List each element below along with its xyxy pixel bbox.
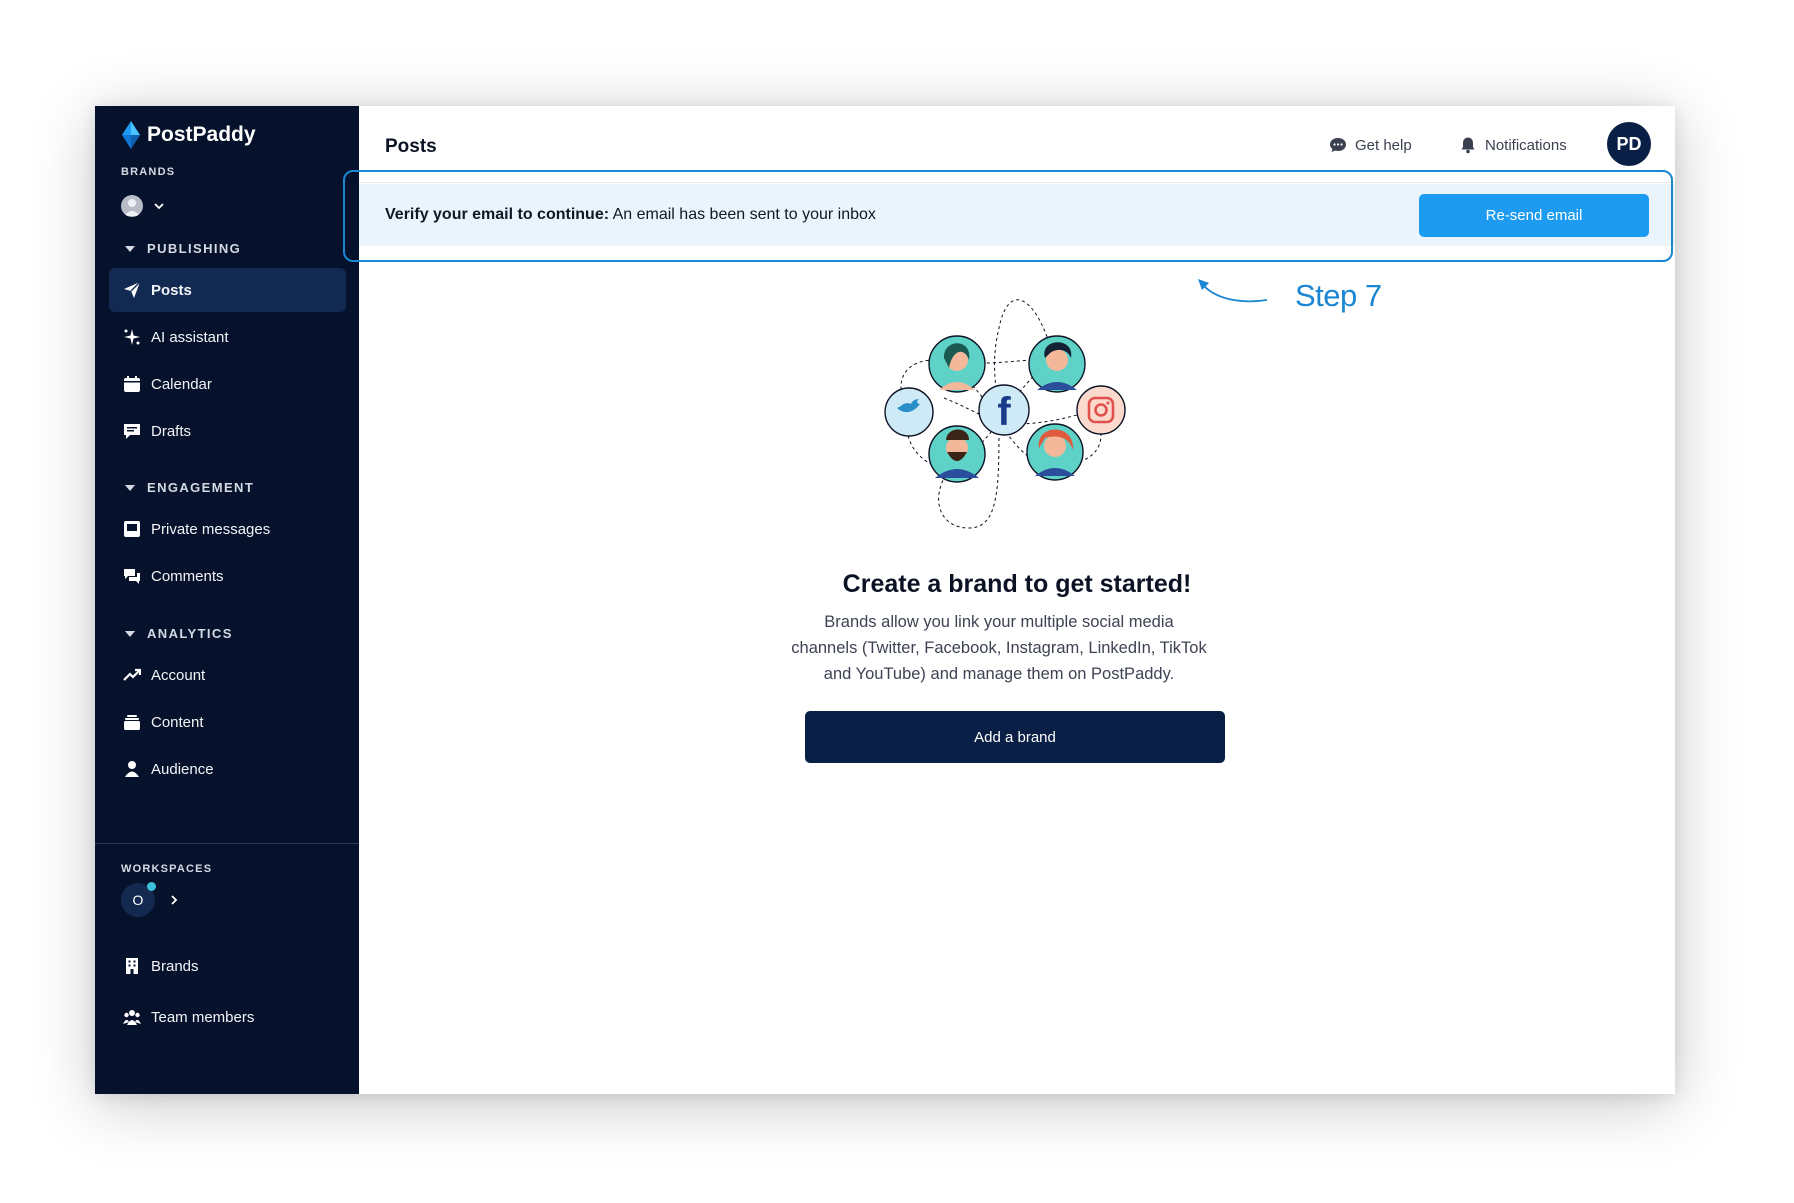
- social-network-illustration: f: [884, 299, 1126, 529]
- notifications-button[interactable]: Notifications: [1459, 136, 1567, 154]
- group-engagement-label: ENGAGEMENT: [147, 480, 255, 495]
- twitter-icon: [884, 387, 934, 437]
- app-logo[interactable]: PostPaddy: [121, 120, 256, 150]
- sidebar-item-label: AI assistant: [151, 328, 229, 346]
- main-content: Posts Get help Notifications PD Verify y…: [343, 106, 1675, 1094]
- sidebar-item-label: Posts: [151, 281, 192, 299]
- sidebar-item-calendar[interactable]: Calendar: [109, 362, 346, 406]
- drafts-icon: [124, 424, 140, 439]
- inbox-icon: [124, 521, 140, 537]
- annotation-highlight-box: [343, 170, 1673, 262]
- app-name: PostPaddy: [147, 123, 256, 146]
- caret-down-icon: [125, 245, 135, 252]
- sidebar-item-comments[interactable]: Comments: [109, 554, 346, 598]
- sidebar-item-posts[interactable]: Posts: [109, 268, 346, 312]
- chevron-right-icon: [171, 895, 178, 905]
- sparkle-icon: [124, 329, 140, 345]
- workspace-picker[interactable]: O: [121, 882, 179, 917]
- person-avatar-2: [1028, 335, 1086, 393]
- workspace-avatar: O: [121, 882, 156, 917]
- caret-down-icon: [125, 484, 135, 491]
- notifications-label: Notifications: [1485, 136, 1567, 154]
- caret-down-icon: [125, 630, 135, 637]
- group-publishing-label: PUBLISHING: [147, 241, 242, 256]
- bell-icon: [1461, 137, 1475, 154]
- sidebar-item-content[interactable]: Content: [109, 700, 346, 744]
- empty-state-description: Brands allow you link your multiple soci…: [791, 613, 1207, 683]
- get-help-label: Get help: [1355, 136, 1412, 154]
- sidebar-item-label: Private messages: [151, 520, 271, 538]
- trending-up-icon: [123, 668, 141, 681]
- person-placeholder-icon: [124, 199, 140, 216]
- brand-picker[interactable]: [121, 195, 165, 217]
- postpaddy-logo-icon: [122, 121, 140, 149]
- sidebar-item-audience[interactable]: Audience: [109, 747, 346, 791]
- brands-label: BRANDS: [121, 166, 176, 178]
- sidebar-item-label: Brands: [151, 957, 199, 975]
- sidebar-item-label: Drafts: [151, 422, 192, 440]
- building-icon: [126, 958, 138, 974]
- send-icon: [124, 281, 141, 298]
- sidebar-item-drafts[interactable]: Drafts: [109, 409, 346, 453]
- get-help-button[interactable]: Get help: [1329, 136, 1412, 154]
- sidebar-item-ai-assistant[interactable]: AI assistant: [109, 315, 346, 359]
- sidebar-item-brands[interactable]: Brands: [109, 944, 346, 988]
- sidebar-item-label: Comments: [151, 567, 224, 585]
- workspace-initial: O: [132, 892, 144, 908]
- person-avatar-3: [928, 425, 986, 483]
- instagram-icon: [1076, 385, 1126, 435]
- sidebar-item-account[interactable]: Account: [109, 653, 346, 697]
- group-analytics[interactable]: ANALYTICS: [125, 626, 233, 641]
- brand-avatar: [121, 195, 143, 217]
- sidebar-item-label: Team members: [151, 1008, 255, 1026]
- annotation-step-label: Step 7: [1295, 278, 1382, 313]
- group-publishing[interactable]: PUBLISHING: [125, 241, 241, 256]
- group-engagement[interactable]: ENGAGEMENT: [125, 480, 254, 495]
- calendar-icon: [124, 376, 140, 392]
- sidebar-item-label: Account: [151, 666, 206, 684]
- layers-icon: [124, 715, 140, 730]
- add-brand-button[interactable]: Add a brand: [805, 711, 1225, 763]
- workspace-status-dot: [147, 882, 156, 891]
- user-initials: PD: [1616, 133, 1642, 154]
- group-analytics-label: ANALYTICS: [147, 626, 233, 641]
- svg-text:f: f: [997, 390, 1011, 434]
- page-title: Posts: [385, 136, 437, 157]
- sidebar-divider: [95, 843, 359, 844]
- annotation-arrow-icon: [1198, 279, 1268, 303]
- sidebar-item-private-messages[interactable]: Private messages: [109, 507, 346, 551]
- empty-state-title: Create a brand to get started!: [842, 570, 1192, 598]
- person-icon: [125, 761, 139, 777]
- team-icon: [123, 1010, 141, 1025]
- user-avatar[interactable]: PD: [1607, 122, 1651, 166]
- chevron-down-icon: [154, 203, 164, 210]
- person-avatar-1: [928, 335, 986, 393]
- sidebar-item-team-members[interactable]: Team members: [109, 995, 346, 1039]
- chat-bubble-icon: [1330, 138, 1346, 152]
- workspaces-label: WORKSPACES: [121, 863, 213, 875]
- app-window: PostPaddy BRANDS PUBLISHING Posts AI ass…: [95, 106, 1675, 1094]
- person-avatar-4: [1026, 423, 1084, 481]
- sidebar-item-label: Audience: [151, 760, 214, 778]
- sidebar: PostPaddy BRANDS PUBLISHING Posts AI ass…: [95, 106, 359, 1094]
- sidebar-item-label: Content: [151, 713, 204, 731]
- comments-icon: [124, 569, 140, 584]
- sidebar-item-label: Calendar: [151, 375, 212, 393]
